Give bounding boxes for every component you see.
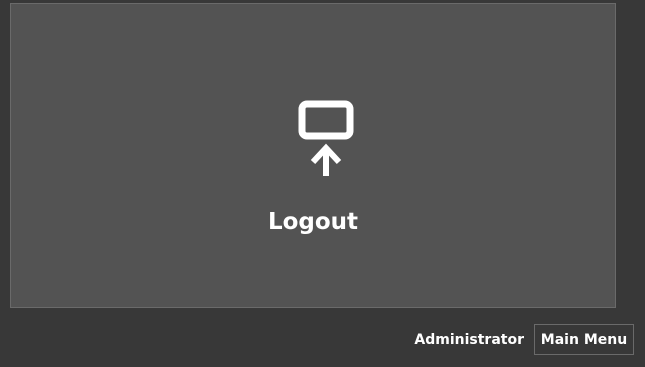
current-user-label: Administrator [414, 332, 524, 348]
logout-tile[interactable]: Logout [10, 3, 616, 308]
logout-icon [298, 100, 354, 176]
main-menu-button[interactable]: Main Menu [534, 324, 634, 355]
logout-label: Logout [267, 209, 359, 235]
